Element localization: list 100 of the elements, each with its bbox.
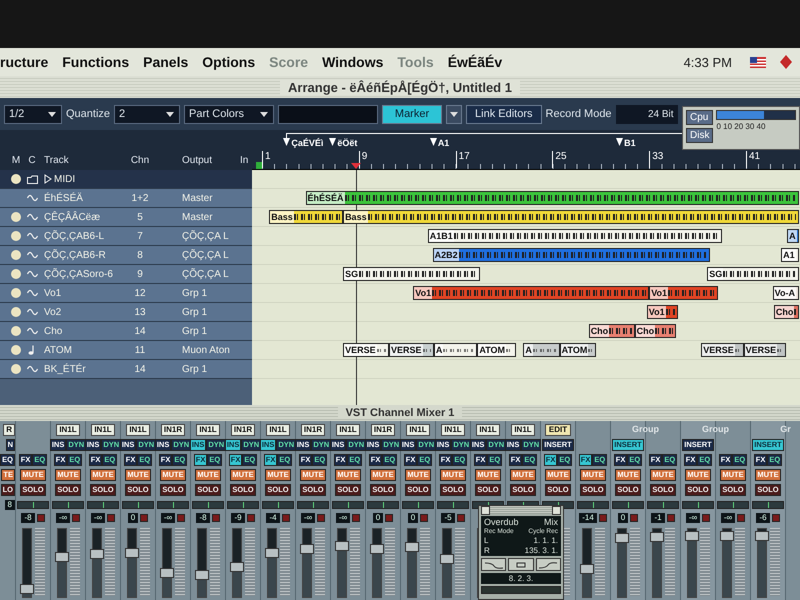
close-box-icon[interactable] [481, 506, 490, 515]
audio-part[interactable]: A2B2 [432, 248, 710, 262]
left-locator-value[interactable]: 1. 1. 1. [534, 536, 558, 545]
fader-handle[interactable] [264, 548, 278, 558]
pan-display[interactable] [227, 501, 259, 509]
audio-part[interactable]: Bass [269, 210, 344, 224]
status-led[interactable] [177, 514, 186, 522]
fader-handle[interactable] [404, 542, 418, 552]
status-led[interactable] [420, 514, 428, 522]
audio-part[interactable]: Vo1 [649, 286, 718, 300]
fader-handle[interactable] [580, 564, 594, 574]
status-led[interactable] [246, 514, 255, 522]
status-led[interactable] [36, 514, 45, 522]
pan-display[interactable] [332, 501, 364, 509]
mute-dot[interactable] [11, 250, 21, 260]
pan-display[interactable] [157, 501, 189, 509]
input-label[interactable]: IN1L [336, 424, 360, 436]
audio-part[interactable]: Cho [774, 305, 800, 319]
mute-dot[interactable] [11, 326, 21, 336]
pan-display[interactable] [52, 501, 84, 509]
transport-button[interactable] [508, 558, 534, 571]
pan-display[interactable] [297, 501, 329, 509]
audio-part[interactable]: SG [343, 267, 480, 281]
mute-dot[interactable] [11, 307, 21, 317]
track-row[interactable]: Cho 14 Grp 1 [0, 322, 252, 341]
status-led[interactable] [140, 514, 148, 522]
pan-display[interactable] [717, 501, 749, 509]
input-label[interactable]: IN1R [230, 424, 256, 436]
track-row[interactable]: BK_ÉTÉr 14 Grp 1 [0, 360, 252, 379]
audio-part[interactable]: Bass [343, 210, 800, 224]
pan-display[interactable] [17, 501, 49, 509]
mute-dot[interactable] [11, 364, 21, 374]
mute-dot[interactable] [11, 288, 21, 298]
input-label[interactable]: IN1R [370, 424, 396, 436]
input-label[interactable]: IN1R [160, 424, 186, 436]
input-label[interactable]: IN1L [56, 424, 80, 436]
input-label[interactable]: IN1L [126, 424, 150, 436]
pan-display[interactable] [612, 501, 644, 509]
pan-display[interactable] [262, 501, 294, 509]
fader-handle[interactable] [614, 533, 628, 544]
input-label[interactable]: IN1L [511, 424, 535, 436]
midi-part[interactable]: A [523, 343, 560, 357]
status-led[interactable] [666, 514, 675, 522]
transport-button[interactable] [536, 558, 561, 571]
pan-display[interactable] [87, 501, 119, 509]
pan-display[interactable] [192, 501, 224, 509]
input-label[interactable]: R [3, 424, 15, 436]
audio-part[interactable]: ÉhÉSÉÄ [306, 191, 800, 205]
pan-display[interactable] [682, 501, 714, 509]
midi-part[interactable]: ATOM [477, 343, 516, 357]
status-led[interactable] [352, 514, 360, 522]
status-led[interactable] [772, 514, 780, 522]
fader-handle[interactable] [334, 540, 348, 551]
mute-dot[interactable] [11, 345, 21, 355]
input-label[interactable]: IN1R [300, 424, 326, 436]
status-led[interactable] [630, 514, 638, 522]
pan-display[interactable] [122, 501, 154, 509]
fader-handle[interactable] [440, 554, 454, 564]
midi-part[interactable]: VERSE [389, 343, 434, 357]
menu-item[interactable]: Windows [322, 54, 384, 70]
track-row[interactable]: ÉhÉSÉÄ 1+2 Master [0, 189, 252, 208]
fader-handle[interactable] [754, 530, 768, 541]
midi-part[interactable]: A [434, 343, 478, 357]
fader-handle[interactable] [90, 549, 104, 560]
fader-handle[interactable] [194, 570, 208, 580]
record-mode-value[interactable]: Overdub [484, 517, 519, 527]
audio-part[interactable]: A1 [781, 248, 800, 262]
input-label[interactable]: IN1L [196, 424, 220, 436]
pan-display[interactable] [647, 501, 679, 509]
toolbar-button[interactable]: Marker [382, 104, 442, 124]
mute-dot[interactable] [11, 231, 21, 241]
pan-display[interactable] [752, 501, 784, 509]
menu-item[interactable]: Functions [62, 54, 130, 70]
menu-item[interactable]: Options [202, 54, 256, 70]
cycle-mode-value[interactable]: Mix [544, 517, 558, 527]
pan-display[interactable] [437, 501, 469, 509]
fader-handle[interactable] [20, 584, 34, 594]
status-led[interactable] [737, 514, 746, 522]
input-label[interactable]: IN1L [441, 424, 465, 436]
track-row[interactable]: ÇÕÇ,ÇAB6-R 8 ÇÕÇ,ÇA L [0, 246, 252, 265]
audio-part[interactable]: A1B1 [428, 229, 722, 243]
menu-item[interactable]: ÉwÉãÉv [448, 54, 502, 70]
track-row[interactable]: ÇÕÇ,ÇASoro-6 9 ÇÕÇ,ÇA L [0, 265, 252, 284]
audio-part[interactable]: Vo-A [772, 286, 800, 300]
dropdown[interactable]: 1/2 [4, 104, 62, 124]
track-row[interactable]: ÇÊÇÂÂCëæ 5 Master [0, 208, 252, 227]
status-led[interactable] [107, 514, 116, 522]
track-row[interactable]: ATOM 11 Muon Aton [0, 341, 252, 360]
status-led[interactable] [72, 514, 80, 522]
input-label[interactable]: IN1L [91, 424, 115, 436]
dropdown-arrow-button[interactable] [446, 104, 462, 124]
status-led[interactable] [702, 514, 710, 522]
status-led[interactable] [212, 514, 220, 522]
input-label[interactable]: IN1L [476, 424, 500, 436]
midi-part[interactable]: ATOM [560, 343, 596, 357]
pan-display[interactable] [402, 501, 434, 509]
mute-dot[interactable] [11, 212, 21, 222]
input-label[interactable]: IN1L [266, 424, 290, 436]
mute-dot[interactable] [11, 269, 21, 279]
pan-display[interactable] [577, 501, 609, 509]
